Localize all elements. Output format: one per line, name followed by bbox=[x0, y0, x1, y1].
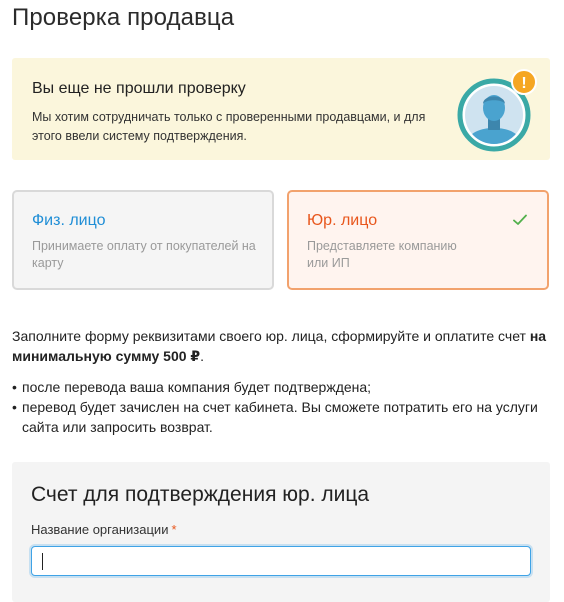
form-title: Счет для подтверждения юр. лица bbox=[31, 483, 370, 506]
option-legal-entity[interactable]: Юр. лицо Представляете компанию или ИП bbox=[287, 190, 549, 290]
org-name-label: Название организации * bbox=[31, 522, 177, 537]
bullet-item: перевод будет зачислен на счет кабинета.… bbox=[12, 397, 552, 437]
warning-badge-icon: ! bbox=[521, 75, 526, 92]
option-physical-title: Физ. лицо bbox=[32, 212, 106, 229]
option-legal-description: Представляете компанию или ИП bbox=[307, 239, 457, 270]
checkmark-icon bbox=[513, 214, 527, 225]
verification-notice: Вы еще не прошли проверку Мы хотим сотру… bbox=[12, 58, 550, 160]
page-title: Проверка продавца bbox=[12, 4, 235, 31]
notice-title: Вы еще не прошли проверку bbox=[32, 80, 246, 97]
option-physical-description: Принимаете оплату от покупателей на карт… bbox=[32, 239, 256, 270]
bullet-item: после перевода ваша компания будет подтв… bbox=[12, 377, 552, 397]
info-bullets: после перевода ваша компания будет подтв… bbox=[12, 377, 552, 437]
org-name-input[interactable] bbox=[31, 546, 531, 576]
intro-suffix: . bbox=[200, 348, 205, 364]
intro-text: Заполните форму реквизитами своего юр. л… bbox=[12, 326, 552, 366]
option-physical-person[interactable]: Физ. лицо Принимаете оплату от покупател… bbox=[12, 190, 274, 290]
required-mark: * bbox=[171, 522, 177, 537]
unverified-user-icon: ! bbox=[448, 68, 544, 154]
notice-text: Мы хотим сотрудничать только с проверенн… bbox=[32, 110, 426, 143]
invoice-form: Счет для подтверждения юр. лица Название… bbox=[12, 462, 550, 602]
option-legal-title: Юр. лицо bbox=[307, 212, 378, 229]
org-name-label-text: Название организации bbox=[31, 522, 169, 537]
text-caret bbox=[42, 553, 43, 570]
intro-main: Заполните форму реквизитами своего юр. л… bbox=[12, 328, 530, 344]
